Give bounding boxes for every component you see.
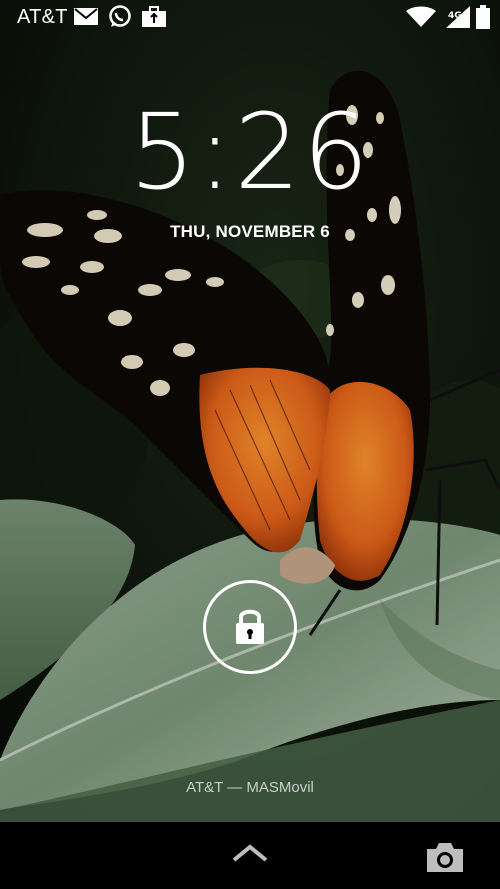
padlock-icon <box>236 609 264 644</box>
chevron-up-icon[interactable] <box>232 844 268 866</box>
navigation-bar <box>0 822 500 889</box>
whatsapp-icon <box>108 5 132 33</box>
battery-icon <box>476 5 490 33</box>
lockscreen-date: THU, NOVEMBER 6 <box>170 222 330 241</box>
carrier-label: AT&T <box>17 6 68 28</box>
svg-text:4G: 4G <box>448 11 462 21</box>
owner-info-text: AT&T — MASMovil <box>186 779 314 796</box>
status-bar: AT&T 4G <box>0 0 500 36</box>
unlock-button[interactable] <box>203 580 297 674</box>
camera-icon[interactable] <box>425 841 465 877</box>
lockscreen-clock: 5:26 <box>129 91 371 213</box>
wifi-icon <box>406 6 436 32</box>
signal-icon: 4G <box>446 6 470 32</box>
briefcase-icon <box>142 6 166 32</box>
mail-icon <box>74 8 98 29</box>
